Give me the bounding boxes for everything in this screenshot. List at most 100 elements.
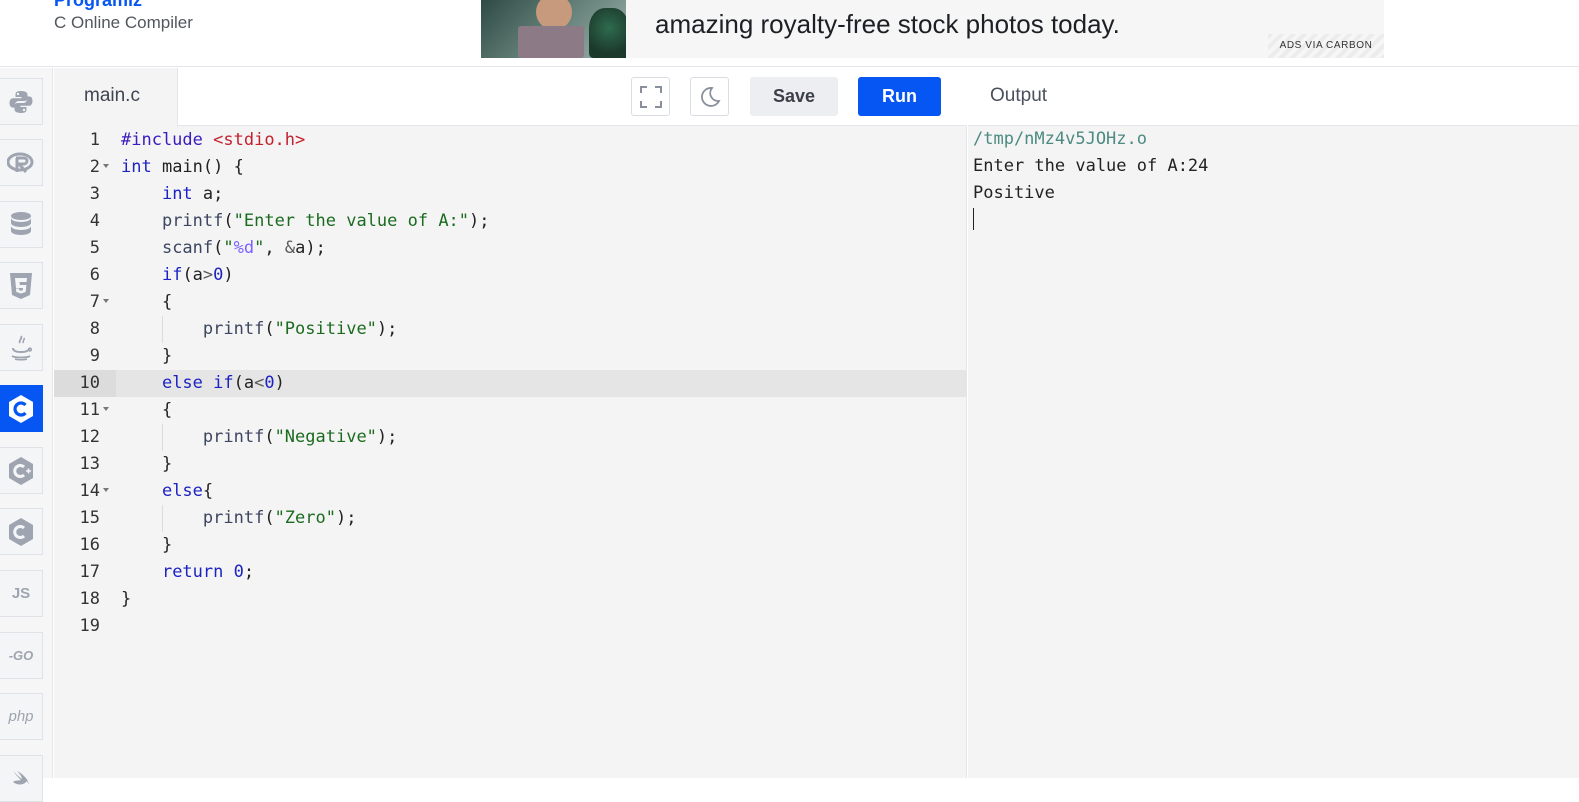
java-lang-button[interactable] [0,324,43,371]
fold-arrow-icon[interactable] [103,164,109,168]
brand-logo[interactable]: Programiz [54,0,142,11]
line-number: 19 [79,616,100,636]
code-line[interactable]: 16 } [54,532,967,559]
go-label: -GO [8,648,34,663]
js-label: JS [11,585,31,602]
line-number: 5 [89,238,100,258]
code-text: else if(a<0) [161,373,285,393]
code-area[interactable]: 1 #include <stdio.h> 2 int main() { 3 int a;… [54,126,967,778]
code-text: } [121,454,173,474]
line-number: 4 [89,211,100,231]
code-line[interactable]: 10 else if(a<0) [54,370,967,397]
line-number: 13 [79,454,100,474]
ad-badge[interactable]: ADS VIA CARBON [1268,34,1384,58]
code-text: int main() { [121,157,244,177]
run-button[interactable]: Run [858,77,941,116]
code-line[interactable]: 6 if(a>0) [54,262,967,289]
line-number: 9 [89,346,100,366]
line-number: 15 [79,508,100,528]
save-button[interactable]: Save [750,77,838,116]
js-lang-button[interactable]: JS [0,570,43,617]
code-text: return 0; [161,562,255,582]
csharp-icon [9,517,33,546]
code-line[interactable]: 7 { [54,289,967,316]
ad-banner[interactable]: amazing royalty-free stock photos today.… [481,0,1384,58]
code-line[interactable]: 19 [54,613,967,640]
code-text: printf("Positive"); [202,319,398,339]
code-line[interactable]: 3 int a; [54,181,967,208]
python-icon [9,90,33,113]
top-bar: Programiz C Online Compiler amazing roya… [0,0,1579,67]
cpp-lang-button[interactable] [0,447,43,494]
code-line[interactable]: 13 } [54,451,967,478]
html-lang-button[interactable] [0,262,43,309]
code-text: } [121,346,173,366]
java-icon [11,335,33,360]
html5-icon [10,272,32,299]
code-line[interactable]: 15 printf("Zero"); [54,505,967,532]
fold-arrow-icon[interactable] [103,488,109,492]
line-number: 14 [79,481,100,501]
line-number: 12 [79,427,100,447]
more-lang-button[interactable] [0,755,43,802]
code-line[interactable]: 5 scanf("%d", &a); [54,235,967,262]
page-subtitle: C Online Compiler [54,13,193,32]
c-lang-button[interactable] [0,385,43,432]
code-line[interactable]: 17 return 0; [54,559,967,586]
sql-lang-button[interactable] [0,201,43,248]
file-tab-main-c[interactable]: main.c [54,68,178,127]
php-lang-button[interactable]: php [0,693,43,740]
c-lang-icon [9,394,33,423]
code-line[interactable]: 9 } [54,343,967,370]
line-number: 7 [89,292,100,312]
output-title: Output [968,68,1579,126]
php-label: php [8,708,34,725]
code-text: { [121,400,173,420]
code-text: printf("Enter the value of A:"); [161,211,490,231]
output-line: Positive [973,183,1055,203]
code-text: { [121,292,173,312]
csharp-lang-button[interactable] [0,508,43,555]
fold-arrow-icon[interactable] [103,299,109,303]
code-line[interactable]: 8 printf("Positive"); [54,316,967,343]
code-line[interactable]: 1 #include <stdio.h> [54,127,967,154]
code-text: #include <stdio.h> [121,130,306,150]
r-lang-button[interactable] [0,139,43,186]
code-line[interactable]: 18} [54,586,967,613]
output-line: Enter the value of A:24 [973,156,1209,176]
swift-icon [13,770,29,786]
line-number: 6 [89,265,100,285]
code-text: printf("Zero"); [202,508,357,528]
terminal-cursor[interactable] [973,208,974,230]
editor-toolbar: main.c Save Run [54,68,967,127]
line-number: 16 [79,535,100,555]
line-number: 2 [89,157,100,177]
code-text: if(a>0) [161,265,234,285]
code-text: int a; [161,184,224,204]
fullscreen-icon [639,85,662,108]
code-text: } [121,589,132,609]
output-panel: Output /tmp/nMz4v5JOHz.o Enter the value… [968,68,1579,778]
python-lang-button[interactable] [0,78,43,125]
line-number: 3 [89,184,100,204]
code-text: printf("Negative"); [202,427,398,447]
code-line[interactable]: 14 else{ [54,478,967,505]
code-line[interactable]: 11 { [54,397,967,424]
line-number: 1 [89,130,100,150]
database-icon [11,211,31,235]
go-lang-button[interactable]: -GO [0,632,43,679]
line-number: 17 [79,562,100,582]
ad-image[interactable] [481,0,626,58]
cpp-icon [9,456,33,485]
fold-arrow-icon[interactable] [103,407,109,411]
moon-icon [700,86,721,107]
theme-toggle-button[interactable] [690,77,729,116]
code-line[interactable]: 4 printf("Enter the value of A:"); [54,208,967,235]
code-line[interactable]: 2 int main() { [54,154,967,181]
language-sidebar: JS -GO php [0,68,53,802]
line-number: 10 [79,373,100,393]
fullscreen-button[interactable] [631,77,670,116]
ad-text[interactable]: amazing royalty-free stock photos today. [655,9,1120,40]
line-number: 18 [79,589,100,609]
code-line[interactable]: 12 printf("Negative"); [54,424,967,451]
